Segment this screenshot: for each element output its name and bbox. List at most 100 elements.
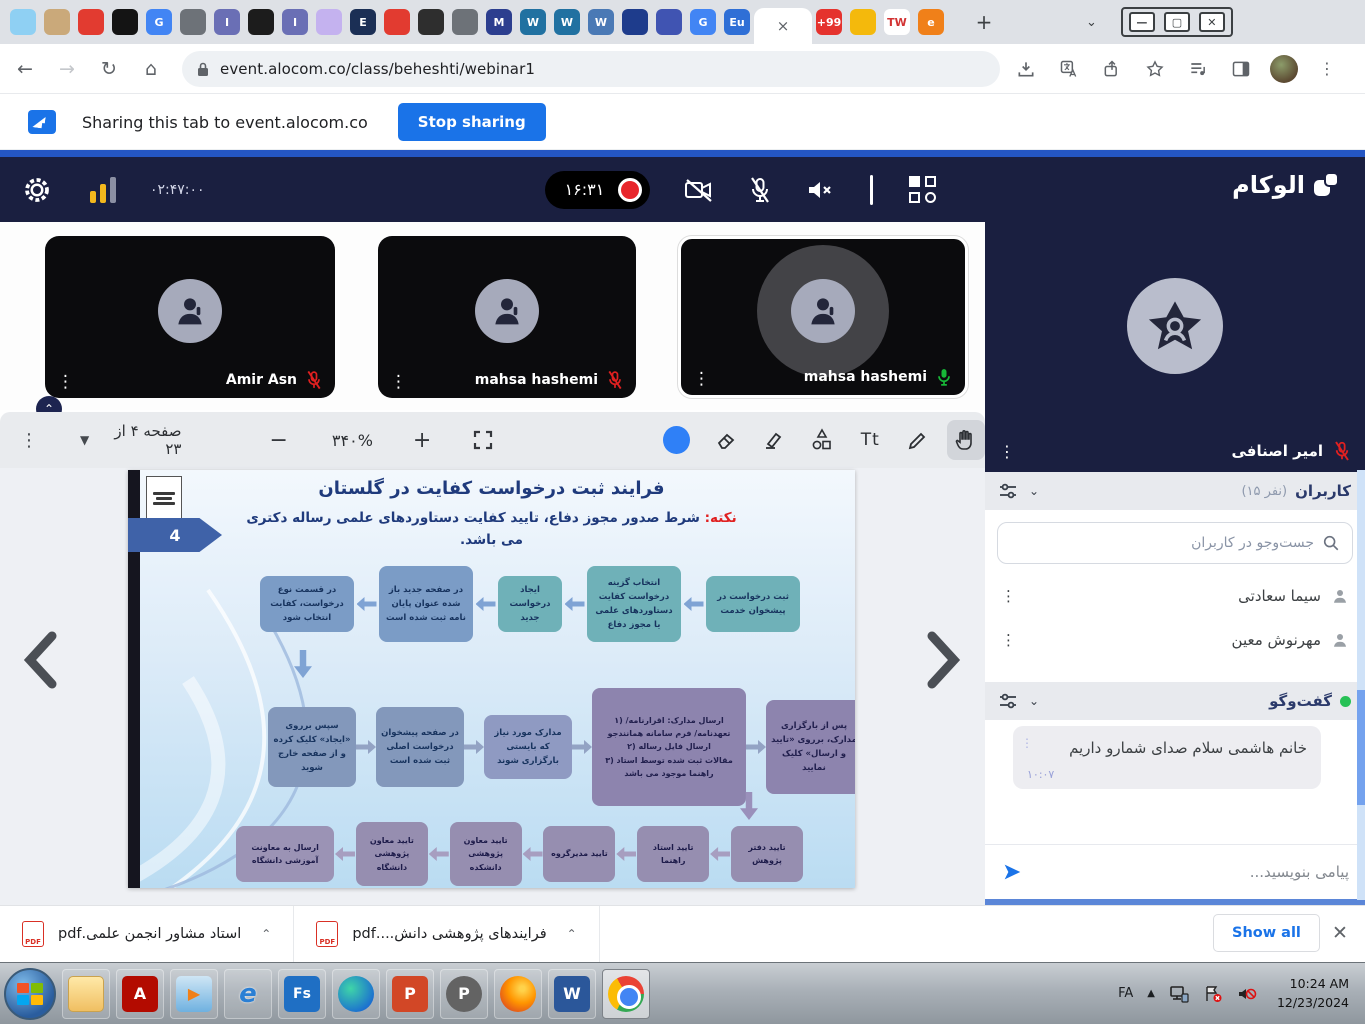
host-menu-icon[interactable]: ⋮ — [999, 442, 1015, 461]
red-bird-tab-2[interactable] — [384, 9, 410, 35]
globe-tab-2[interactable] — [452, 9, 478, 35]
browser-menu-icon[interactable]: ⋮ — [1310, 52, 1344, 86]
chat-collapse-chevron-icon[interactable]: ⌄ — [1029, 694, 1039, 708]
message-composer[interactable] — [985, 844, 1365, 899]
user-menu-icon[interactable]: ⋮ — [1001, 587, 1016, 605]
psiphon-taskbar-icon[interactable]: P — [440, 969, 488, 1019]
recording-indicator[interactable]: ۱۶:۳۱ — [545, 171, 651, 209]
downloads-close-icon[interactable]: ✕ — [1332, 922, 1348, 944]
share-icon[interactable] — [1095, 52, 1129, 86]
user-search[interactable] — [997, 522, 1353, 564]
scales-tab[interactable] — [44, 9, 70, 35]
participant-tile[interactable]: ⋮ mahsa hashemi — [378, 236, 636, 398]
download-chip[interactable]: PDFفرایندهای پژوهشی دانش....pdf⌃ — [294, 906, 599, 962]
settings-gear-icon[interactable] — [22, 175, 52, 205]
powerpoint-taskbar-icon[interactable]: P — [386, 969, 434, 1019]
users-collapse-chevron-icon[interactable]: ⌄ — [1029, 484, 1039, 498]
participant-tile[interactable]: ⋮ Amir Asn — [45, 236, 335, 398]
tile-menu-icon[interactable]: ⋮ — [390, 372, 407, 392]
internet-explorer-taskbar-icon[interactable]: e — [224, 969, 272, 1019]
connection-quality-icon[interactable] — [90, 177, 116, 203]
user-row[interactable]: مهرنوش معین⋮ — [985, 618, 1365, 662]
chat-filter-icon[interactable] — [999, 693, 1017, 709]
page-select-chevron-icon[interactable]: ▼ — [80, 433, 89, 447]
wordpress-tab-2[interactable]: W — [554, 9, 580, 35]
page-indicator[interactable]: صفحه ۴ از ۲۳ — [99, 422, 181, 458]
user-search-input[interactable] — [1010, 535, 1314, 551]
message-input[interactable] — [1035, 863, 1349, 881]
address-bar[interactable]: event.alocom.co/class/beheshti/webinar1 — [182, 51, 1000, 87]
mic-off-icon[interactable] — [748, 176, 772, 204]
zoom-out-button[interactable]: − — [269, 428, 287, 453]
download-chip[interactable]: PDFاستاد مشاور انجمن علمی.pdf⌃ — [0, 906, 294, 962]
pen-color-swatch[interactable] — [663, 426, 690, 454]
grid-tab[interactable] — [656, 9, 682, 35]
profile-avatar[interactable] — [1267, 52, 1301, 86]
previous-page-button[interactable] — [20, 630, 64, 690]
chrome-taskbar-icon[interactable] — [602, 969, 650, 1019]
camera-off-icon[interactable] — [684, 177, 714, 203]
taskbar-clock[interactable]: 10:24 AM 12/23/2024 — [1277, 975, 1355, 1013]
layout-grid-icon[interactable] — [909, 176, 936, 203]
download-chevron-icon[interactable]: ⌃ — [567, 927, 577, 941]
zoom-in-button[interactable]: + — [413, 428, 431, 453]
user-menu-icon[interactable]: ⋮ — [1001, 631, 1016, 649]
active-tab[interactable]: × — [754, 8, 812, 44]
users-filter-icon[interactable] — [999, 483, 1017, 499]
text-tool[interactable]: Tt — [851, 420, 889, 460]
message-menu-icon[interactable]: ⋮ — [1021, 736, 1033, 750]
reload-icon[interactable]: ↻ — [92, 52, 126, 86]
explorer-taskbar-icon[interactable] — [62, 969, 110, 1019]
show-all-downloads-button[interactable]: Show all — [1213, 914, 1320, 952]
instapaper-tab[interactable]: I — [214, 9, 240, 35]
download-icon[interactable] — [1009, 52, 1043, 86]
shapes-tool[interactable] — [804, 420, 842, 460]
close-button[interactable]: ✕ — [1199, 12, 1225, 32]
media-player-taskbar-icon[interactable]: ▶ — [170, 969, 218, 1019]
edge-taskbar-icon[interactable] — [332, 969, 380, 1019]
host-mic-muted-icon[interactable] — [1333, 440, 1351, 462]
translate-tab-2[interactable]: G — [690, 9, 716, 35]
next-page-button[interactable] — [920, 630, 964, 690]
e-orange-tab[interactable]: e — [918, 9, 944, 35]
swap-tab[interactable] — [850, 9, 876, 35]
side-panel-icon[interactable] — [1224, 52, 1258, 86]
plus99-tab[interactable]: +99 — [816, 9, 842, 35]
book-tab[interactable] — [622, 9, 648, 35]
tile-menu-icon[interactable]: ⋮ — [57, 372, 74, 392]
playlist-icon[interactable] — [1181, 52, 1215, 86]
translate-icon[interactable] — [1052, 52, 1086, 86]
new-tab-button[interactable]: + — [970, 8, 998, 36]
bookmark-star-icon[interactable] — [1138, 52, 1172, 86]
swirl-tab[interactable] — [418, 9, 444, 35]
m-tab[interactable]: M — [486, 9, 512, 35]
tray-expand-icon[interactable]: ▲ — [1147, 988, 1155, 999]
wordpress-tab-3[interactable]: W — [588, 9, 614, 35]
camera-tab[interactable] — [112, 9, 138, 35]
download-chevron-icon[interactable]: ⌃ — [261, 927, 271, 941]
firefox-taskbar-icon[interactable] — [494, 969, 542, 1019]
instapaper-tab-2[interactable]: I — [282, 9, 308, 35]
stop-sharing-button[interactable]: Stop sharing — [398, 103, 546, 141]
maximize-button[interactable]: ▢ — [1164, 12, 1190, 32]
action-center-flag-icon[interactable] — [1203, 985, 1223, 1003]
home-icon[interactable]: ⌂ — [134, 52, 168, 86]
volume-muted-icon[interactable] — [1237, 985, 1257, 1003]
pen-tool[interactable] — [899, 420, 937, 460]
forward-icon[interactable]: → — [50, 52, 84, 86]
tab-search-chevron-icon[interactable]: ⌄ — [1086, 15, 1097, 30]
acrobat-taskbar-icon[interactable]: A — [116, 969, 164, 1019]
minimize-button[interactable]: — — [1129, 12, 1155, 32]
fork-tab[interactable] — [248, 9, 274, 35]
globe-tab[interactable] — [180, 9, 206, 35]
tw-tab[interactable]: TW — [884, 9, 910, 35]
sidebar-scrollbar-thumb[interactable] — [1357, 690, 1365, 805]
tab-close-icon[interactable]: × — [777, 17, 790, 35]
highlighter-tool[interactable] — [756, 420, 794, 460]
chat-section-header[interactable]: گفت‌وگو ⌄ — [985, 682, 1365, 720]
sidebar-scrollbar[interactable] — [1357, 470, 1365, 900]
language-indicator[interactable]: FA — [1118, 986, 1133, 1001]
cloud-tab[interactable] — [10, 9, 36, 35]
user-row[interactable]: سیما سعادتی⋮ — [985, 574, 1365, 618]
eu-tab[interactable]: Eu — [724, 9, 750, 35]
